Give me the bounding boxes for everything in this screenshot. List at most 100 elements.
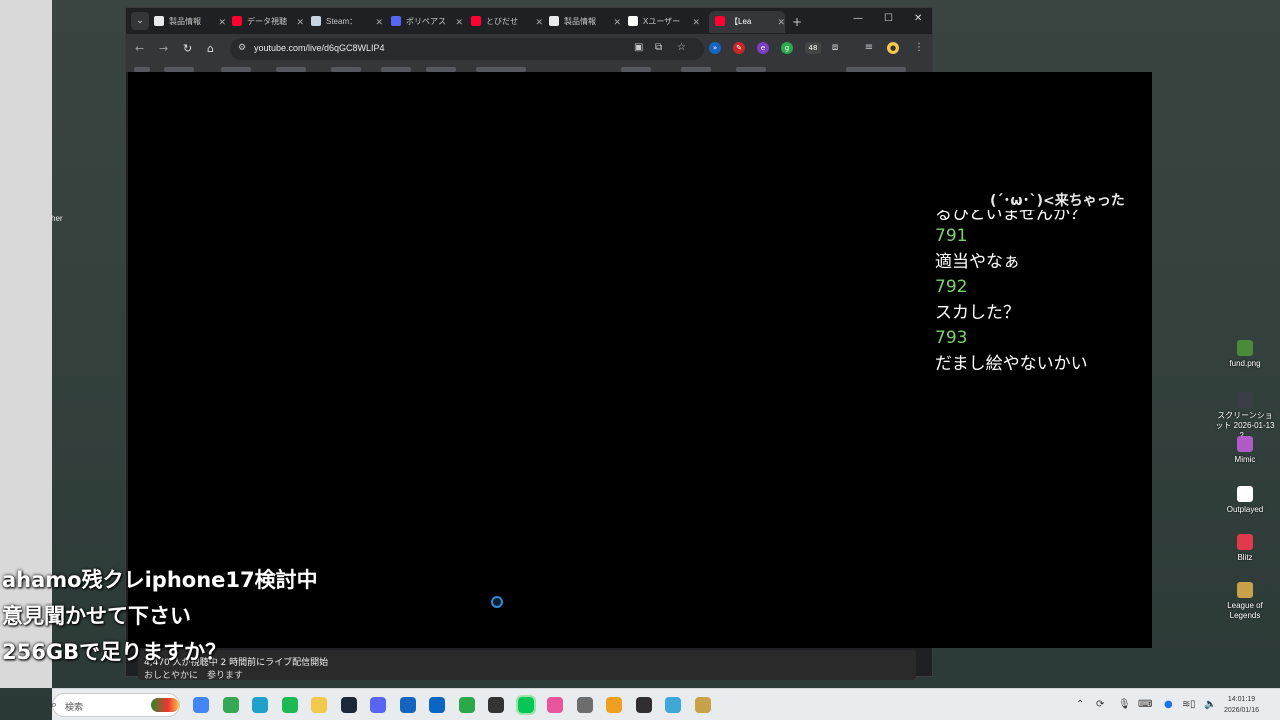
desktop-icon-label: League of Legends (1227, 601, 1263, 620)
bookmarks-bar (126, 64, 932, 72)
chat-comment-number: 792 (935, 277, 968, 297)
file-explorer-icon[interactable] (311, 697, 327, 713)
tab-close-icon[interactable]: ✕ (455, 11, 463, 33)
tab-label: データ視聴 (247, 17, 287, 26)
desktop-icon[interactable]: Blitz (1215, 534, 1275, 563)
browser-tab[interactable]: 製品情報 ✕ (154, 11, 226, 33)
tray-update-icon[interactable]: ⟳ (1096, 699, 1104, 710)
site-info-icon[interactable]: ⚙ (238, 43, 246, 53)
back-icon[interactable]: ← (135, 42, 144, 55)
extensions-puzzle-icon[interactable]: ⧈ (829, 42, 841, 54)
photos-icon[interactable] (429, 697, 445, 713)
new-tab-button[interactable]: + (792, 11, 802, 33)
cursor-app-icon[interactable] (488, 697, 504, 713)
bookmark-star-icon[interactable]: ☆ (677, 42, 686, 53)
coin-app-icon[interactable] (606, 697, 622, 713)
extension-pen-icon[interactable]: ✎ (733, 42, 745, 54)
steam-icon[interactable] (340, 697, 357, 713)
forward-icon[interactable]: → (159, 42, 168, 55)
edge-icon[interactable] (252, 697, 268, 713)
desktop-icon[interactable]: スクリーンショット 2026-01-13 2... (1215, 392, 1275, 441)
desktop-app-icon (1237, 486, 1253, 502)
browser-tab[interactable]: データ視聴 ✕ (232, 11, 304, 33)
desktop-icon-label: Blitz (1237, 553, 1253, 562)
extension-audio-icon[interactable]: » (709, 42, 721, 54)
browser-tab[interactable]: Steam： ✕ (311, 11, 383, 33)
browser-tab[interactable]: 製品情報 ✕ (549, 11, 621, 33)
desktop-icon[interactable]: League of Legends (1215, 582, 1275, 621)
tab-list-button[interactable]: ⌄ (131, 12, 149, 30)
tab-close-icon[interactable]: ✕ (296, 11, 304, 33)
chrome-alt-icon[interactable] (222, 697, 239, 713)
extension-e-icon[interactable]: e (757, 42, 769, 54)
desktop-icon-label: Outplayed (1226, 505, 1264, 514)
discord-icon[interactable] (370, 697, 386, 713)
chat-message: るひといませんか？ (935, 210, 1087, 224)
desktop-icon[interactable]: Mimic (1215, 436, 1275, 465)
chat-comment-number: 791 (935, 226, 968, 246)
reload-icon[interactable]: ↻ (183, 42, 192, 55)
lips-app-icon[interactable] (547, 697, 563, 713)
minimize-icon[interactable]: — (853, 13, 863, 24)
volume-icon[interactable]: 🔈 (1204, 699, 1216, 710)
tab-close-icon[interactable]: ✕ (777, 11, 785, 33)
caption-line: ahamo残クレiphone17検討中 (2, 568, 318, 592)
x-icon (628, 16, 638, 26)
desktop-icon-label: fund.png (1229, 359, 1261, 368)
tab-close-icon[interactable]: ✕ (535, 11, 543, 33)
spotify-icon[interactable] (281, 697, 298, 713)
obs-icon[interactable] (635, 697, 652, 713)
taskbar-search[interactable]: ⌕ 検索 (51, 693, 180, 717)
chrome-icon[interactable] (193, 697, 209, 713)
caption-line: 意見聞かせて下さい (2, 604, 191, 628)
maximize-icon[interactable]: ☐ (884, 13, 893, 24)
kaomoji-overlay: (´･ω･`)<来ちゃった (990, 193, 1125, 209)
clipboard-icon[interactable]: ▣ (634, 42, 643, 53)
keyboard-icon[interactable]: ⌨ (1138, 699, 1152, 710)
game-app-icon[interactable] (576, 697, 593, 713)
taskbar-clock[interactable]: 14:01:19 2026/01/16 (1224, 694, 1259, 716)
desktop-icon[interactable]: fund.png (1215, 340, 1275, 369)
search-highlight-image (151, 698, 179, 712)
device-icon[interactable]: ▯ (1190, 699, 1196, 710)
desktop-icon[interactable]: Outplayed (1215, 486, 1275, 515)
tab-close-icon[interactable]: ✕ (375, 11, 383, 33)
clock-time: 14:01:19 (1227, 696, 1256, 703)
browser-tab[interactable]: とびだせ ✕ (471, 11, 543, 33)
onedrive-icon[interactable]: ● (1164, 699, 1173, 710)
loading-spinner-icon (491, 596, 503, 608)
reading-list-icon[interactable]: ≡ (863, 42, 875, 54)
browser-tab[interactable]: Xユーザー ✕ (628, 11, 700, 33)
menu-kebab-icon[interactable]: ⋮ (913, 42, 925, 54)
browser-toolbar: ← → ↻ ⌂ ⚙ youtube.com/live/d6qGC8WLIP4 ▣… (126, 34, 932, 64)
tab-label: 製品情報 (169, 17, 201, 26)
youtube-icon (471, 16, 481, 26)
cast-icon[interactable]: ⧉ (655, 42, 662, 53)
tab-close-icon[interactable]: ✕ (692, 11, 700, 33)
line-icon[interactable] (515, 695, 536, 715)
search-placeholder: 検索 (65, 703, 84, 713)
extension-badge-icon[interactable]: 48 (805, 42, 821, 54)
tray-overflow-icon[interactable]: ⌃ (1076, 699, 1084, 710)
home-icon[interactable]: ⌂ (207, 42, 214, 55)
tab-close-icon[interactable]: ✕ (613, 11, 621, 33)
document-icon (549, 16, 559, 26)
clock-date: 2026/01/16 (1224, 707, 1260, 714)
browser-tab[interactable]: 【Lea ✕ (709, 11, 785, 33)
checkmark-app-icon[interactable] (458, 697, 475, 713)
profile-avatar[interactable]: ● (887, 42, 899, 54)
chat-message: スカした？ (935, 302, 1020, 323)
browser-tab[interactable]: ポリペアス ✕ (391, 11, 463, 33)
microphone-icon[interactable]: 🎙 (1118, 699, 1131, 710)
tab-label: 【Lea (730, 17, 752, 26)
close-window-icon[interactable]: ✕ (914, 13, 922, 24)
tab-close-icon[interactable]: ✕ (218, 11, 226, 33)
u-app-icon[interactable] (399, 697, 416, 713)
tab-bar: ⌄ 製品情報 ✕ データ視聴 ✕ Steam： ✕ ポリペアス ✕ とびだせ ✕ 製品情報 ✕ Xユーザ… (126, 8, 932, 34)
address-bar[interactable]: ⚙ youtube.com/live/d6qGC8WLIP4 ▣ ⧉ ☆ (230, 38, 704, 60)
notes-app-icon[interactable] (665, 697, 681, 713)
league-icon[interactable] (694, 697, 711, 713)
chat-message-clipped: るひといませんか？ (935, 210, 1150, 224)
desktop-app-icon (1237, 534, 1253, 550)
extension-g-icon[interactable]: g (781, 42, 793, 54)
